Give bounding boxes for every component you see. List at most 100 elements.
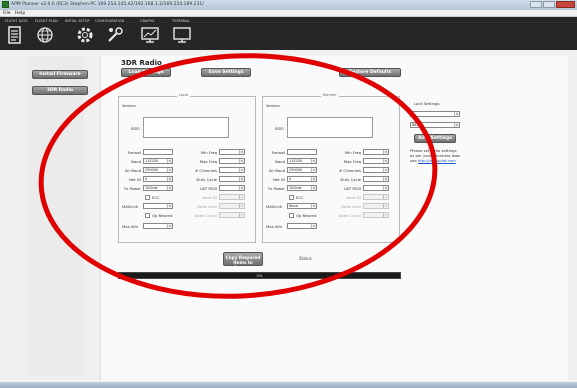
client-area: Install Firmware 3DR Radio 3DR Radio Loa… <box>0 50 577 388</box>
remote-max-win-select[interactable]: ▾ <box>287 223 317 229</box>
local-node-dest-field[interactable]: ▾ <box>219 203 245 209</box>
close-button[interactable] <box>556 1 575 8</box>
copy-to-remote-button[interactable]: Copy Required Items to Remote <box>223 252 263 270</box>
local-min-freq-select[interactable]: ▾ <box>219 149 245 155</box>
terminal-monitor-icon[interactable] <box>172 25 192 45</box>
legal-note-prefix: see <box>410 158 418 163</box>
tab-flight-plan[interactable]: FLIGHT PLAN <box>35 19 58 23</box>
local-baud-select[interactable]: 115200 ▾ <box>143 158 173 164</box>
remote-op-resend-label: Op Resend <box>296 213 317 218</box>
local-rssi-display <box>143 117 229 138</box>
local-node-id-field[interactable]: ▾ <box>219 194 245 200</box>
tab-initial-setup[interactable]: INITIAL SETUP <box>65 19 90 23</box>
configuration-wrench-icon[interactable] <box>105 25 125 45</box>
remote-min-freq-label: Min Freq <box>344 150 361 155</box>
local-node-count-field[interactable]: ▾ <box>219 212 245 218</box>
remote-node-dest-field[interactable]: ▾ <box>363 203 389 209</box>
legal-note-line3: see http://ardupilot.com <box>410 158 456 163</box>
remote-lbt-rssi-select[interactable]: ▾ <box>363 185 389 191</box>
remote-net-id-label: Net ID <box>273 177 285 182</box>
local-max-win-label: Max Win <box>122 224 139 229</box>
initial-setup-gear-icon[interactable] <box>75 25 95 45</box>
remote-tx-power-select[interactable]: 100mw ▾ <box>287 185 317 191</box>
local-duty-cycle-select[interactable]: ▾ <box>219 176 245 182</box>
flight-plan-globe-icon[interactable] <box>35 25 55 45</box>
local-max-freq-select[interactable]: ▾ <box>219 158 245 164</box>
remote-version-label: Version <box>266 103 280 108</box>
sidebar-item-3dr-radio[interactable]: 3DR Radio <box>32 86 88 95</box>
reset-defaults-button[interactable]: Restore Defaults <box>339 68 401 77</box>
sidebar: Install Firmware 3DR Radio <box>28 56 88 376</box>
remote-group-title: Remote <box>321 93 339 97</box>
remote-node-id-field[interactable]: ▾ <box>363 194 389 200</box>
tab-configuration[interactable]: CONFIGURATION <box>95 19 124 23</box>
local-lbt-rssi-select[interactable]: ▾ <box>219 185 245 191</box>
menu-help[interactable]: Help <box>15 11 25 16</box>
remote-rssi-label: RSSI <box>275 126 284 131</box>
sidebar-item-install-firmware[interactable]: Install Firmware <box>32 70 88 79</box>
local-rssi-label: RSSI <box>131 126 140 131</box>
menu-file[interactable]: File <box>3 11 11 16</box>
graphs-monitor-icon[interactable] <box>140 25 160 45</box>
tab-flight-data[interactable]: FLIGHT DATA <box>5 19 28 23</box>
taskbar <box>0 382 577 388</box>
remote-node-id-label: Node ID <box>345 195 361 200</box>
local-node-dest-label: Node Dest <box>197 204 217 209</box>
app-window: APM Planner v2.0.6 (RC3) Stephen-PC 169.… <box>0 0 577 388</box>
remote-channels-select[interactable]: ▾ <box>363 167 389 173</box>
remote-tx-power-label: Tx Power <box>267 186 285 191</box>
main-toolbar: FLIGHT DATA FLIGHT PLAN INITIAL SETUP CO… <box>0 17 577 61</box>
remote-node-count-label: Node Count <box>338 213 361 218</box>
remote-max-freq-select[interactable]: ▾ <box>363 158 389 164</box>
frequency-select[interactable]: 88400 ▾ <box>410 122 460 128</box>
local-air-baud-select[interactable]: 250000 ▾ <box>143 167 173 173</box>
remote-ecc-checkbox[interactable] <box>289 195 294 200</box>
adv-settings-button[interactable]: Adv. Settings <box>414 134 456 143</box>
local-tx-power-label: Tx Power <box>123 186 141 191</box>
load-settings-button[interactable]: Load Settings <box>121 68 171 77</box>
remote-format-field[interactable] <box>287 149 317 155</box>
remote-air-baud-select[interactable]: 250000 ▾ <box>287 167 317 173</box>
radio-config-panel: 3DR Radio Load Settings Save Settings Re… <box>100 56 568 381</box>
remote-duty-cycle-label: Duty Cycle <box>340 177 361 182</box>
remote-air-baud-label: Air Baud <box>268 168 285 173</box>
local-max-win-select[interactable]: ▾ <box>143 223 173 229</box>
lock-settings-panel: Lock Settings ▾ 88400 ▾ Adv. Settings Ple… <box>410 101 470 163</box>
remote-rssi-display <box>287 117 373 138</box>
remote-node-count-field[interactable]: ▾ <box>363 212 389 218</box>
local-mavlink-select[interactable]: ▾ <box>143 203 173 209</box>
remote-mavlink-select[interactable]: None ▾ <box>287 203 317 209</box>
local-op-resend-label: Op Resend <box>152 213 173 218</box>
local-node-id-label: Node ID <box>201 195 217 200</box>
local-channels-select[interactable]: ▾ <box>219 167 245 173</box>
remote-op-resend-checkbox[interactable] <box>289 213 294 218</box>
remote-baud-select[interactable]: 115200 ▾ <box>287 158 317 164</box>
local-tx-power-select[interactable]: 100mw ▾ <box>143 185 173 191</box>
local-channels-label: # Channels <box>195 168 217 173</box>
local-op-resend-checkbox[interactable] <box>145 213 150 218</box>
remote-duty-cycle-select[interactable]: ▾ <box>363 176 389 182</box>
minimize-button[interactable] <box>530 1 542 8</box>
flight-data-icon[interactable] <box>5 25 25 45</box>
copy-button-line2: Items to Remote <box>233 260 253 270</box>
title-bar: APM Planner v2.0.6 (RC3) Stephen-PC 169.… <box>0 0 577 10</box>
remote-min-freq-select[interactable]: ▾ <box>363 149 389 155</box>
remote-net-id-select[interactable]: 0 ▾ <box>287 176 317 182</box>
local-baud-label: Baud <box>131 159 141 164</box>
local-settings-group: Local Version RSSI Format Baud 115200 ▾ A… <box>118 93 256 243</box>
save-settings-button[interactable]: Save Settings <box>201 68 251 77</box>
tab-terminal[interactable]: TERMINAL <box>172 19 190 23</box>
remote-channels-label: # Channels <box>339 168 361 173</box>
status-label: Status <box>299 256 312 261</box>
local-format-field[interactable] <box>143 149 173 155</box>
lock-settings-title: Lock Settings <box>414 101 440 106</box>
local-net-id-select[interactable]: 0 ▾ <box>143 176 173 182</box>
tab-graphs[interactable]: GRAPHS <box>140 19 154 23</box>
local-ecc-checkbox[interactable] <box>145 195 150 200</box>
remote-ecc-label: ECC <box>296 195 304 200</box>
local-duty-cycle-label: Duty Cycle <box>196 177 217 182</box>
maximize-button[interactable] <box>543 1 555 8</box>
ardupilot-link[interactable]: http://ardupilot.com <box>418 158 456 163</box>
local-format-label: Format <box>127 150 141 155</box>
lock-settings-select[interactable]: ▾ <box>410 111 460 117</box>
